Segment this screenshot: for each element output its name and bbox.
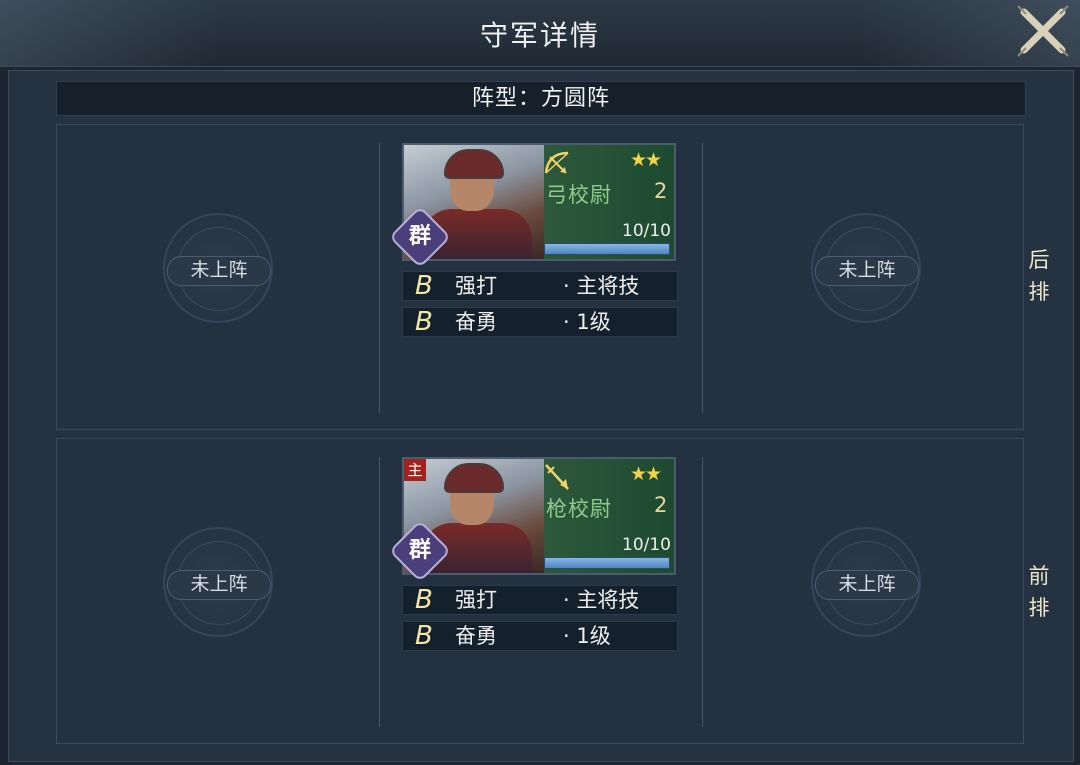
skill-tag: · 1级 <box>563 310 611 334</box>
skill-tag: · 1级 <box>563 624 611 648</box>
skill-grade: B <box>415 621 433 651</box>
empty-slot-right[interactable]: 未上阵 <box>811 213 921 323</box>
close-icon <box>1017 5 1069 57</box>
bow-icon <box>544 151 569 174</box>
troop-bar-fill <box>545 558 669 568</box>
troop-count: 10/10 <box>622 221 671 241</box>
page-title: 守军详情 <box>479 19 600 52</box>
empty-slot-left[interactable]: 未上阵 <box>163 527 273 637</box>
troop-bar <box>544 243 670 255</box>
empty-slot-label: 未上阵 <box>815 570 919 600</box>
skill-tag: · 主将技 <box>563 274 640 298</box>
back-row: 未上阵 群 ★★ 弓校尉 2 10/10 B 强打 · 主将技 B 奋勇 · 1… <box>56 124 1024 430</box>
skill-grade: B <box>415 307 433 337</box>
back-row-label: 后排 <box>1028 248 1050 304</box>
empty-slot-left[interactable]: 未上阵 <box>163 213 273 323</box>
skill-grade: B <box>415 271 433 301</box>
troop-bar-fill <box>545 244 669 254</box>
empty-slot-label: 未上阵 <box>167 570 271 600</box>
empty-slot-label: 未上阵 <box>167 256 271 286</box>
spear-icon <box>545 464 569 490</box>
troop-bar <box>544 557 670 569</box>
skill-tag: · 主将技 <box>563 588 640 612</box>
column-divider <box>379 143 380 413</box>
star-rating: ★★ <box>630 463 662 485</box>
skill-name: 强打 <box>455 274 497 298</box>
skill-row[interactable]: B 奋勇 · 1级 <box>402 621 678 651</box>
unit-level: 2 <box>654 493 668 517</box>
unit-name: 枪校尉 <box>546 497 612 521</box>
unit-card[interactable]: 主 群 ★★ 枪校尉 2 10/10 <box>388 457 676 583</box>
skill-row[interactable]: B 奋勇 · 1级 <box>402 307 678 337</box>
skill-grade: B <box>415 585 433 615</box>
front-row-label: 前排 <box>1028 564 1050 620</box>
skill-row[interactable]: B 强打 · 主将技 <box>402 585 678 615</box>
column-divider <box>702 457 703 727</box>
column-divider <box>379 457 380 727</box>
unit-level: 2 <box>654 179 668 203</box>
column-divider <box>702 143 703 413</box>
unit-card[interactable]: 群 ★★ 弓校尉 2 10/10 <box>388 143 676 269</box>
star-rating: ★★ <box>630 149 662 171</box>
skill-row[interactable]: B 强打 · 主将技 <box>402 271 678 301</box>
close-button[interactable] <box>1012 0 1074 62</box>
header-bar: 守军详情 <box>0 0 1080 67</box>
troop-count: 10/10 <box>622 535 671 555</box>
skill-name: 奋勇 <box>455 624 497 648</box>
skill-name: 奋勇 <box>455 310 497 334</box>
commander-badge: 主 <box>404 459 426 481</box>
empty-slot-right[interactable]: 未上阵 <box>811 527 921 637</box>
empty-slot-label: 未上阵 <box>815 256 919 286</box>
formation-label: 阵型：方圆阵 <box>56 81 1026 116</box>
front-row: 未上阵 主 群 ★★ 枪校尉 2 10/10 B 强打 · 主将技 B 奋勇 ·… <box>56 438 1024 744</box>
skill-name: 强打 <box>455 588 497 612</box>
unit-name: 弓校尉 <box>546 183 612 207</box>
